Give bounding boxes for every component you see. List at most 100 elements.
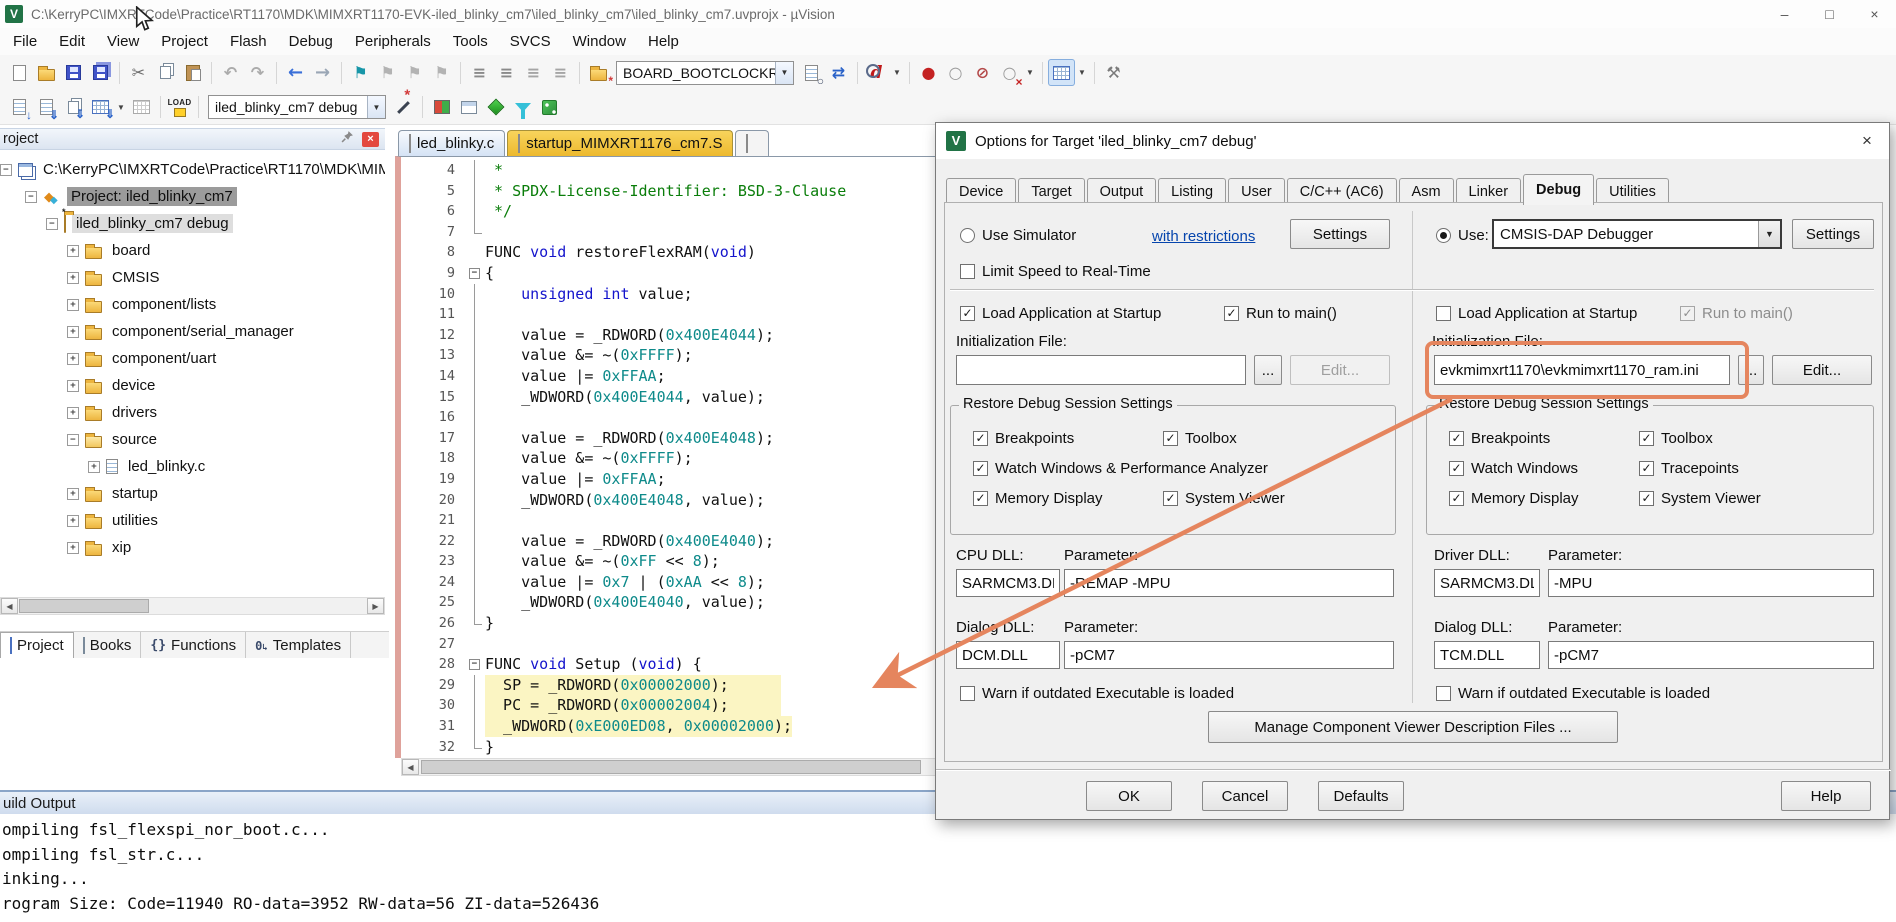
checkbox-icon[interactable] (1639, 431, 1654, 446)
checkbox-icon[interactable] (1449, 461, 1464, 476)
bookmark-icon[interactable]: ⚑ (347, 59, 374, 86)
expand-minus-icon[interactable]: − (0, 163, 12, 176)
build-icon[interactable]: ⇓ (33, 94, 60, 122)
expand-minus-icon[interactable]: − (46, 217, 58, 230)
cancel-button[interactable]: Cancel (1202, 781, 1288, 811)
manage-components-icon[interactable] (428, 94, 455, 121)
menu-peripherals[interactable]: Peripherals (344, 33, 442, 50)
checkbox-icon[interactable] (1449, 491, 1464, 506)
scroll-right-icon[interactable]: ▶ (367, 598, 384, 614)
breakpoint-kill-icon[interactable]: ○ × (996, 59, 1023, 89)
with-restrictions-link[interactable]: with restrictions (1152, 228, 1255, 245)
dialog-tab-debug[interactable]: Debug (1523, 174, 1595, 205)
close-button[interactable]: × (1852, 0, 1896, 28)
menu-edit[interactable]: Edit (48, 33, 96, 50)
debugger-select[interactable]: CMSIS-DAP Debugger ▼ (1492, 219, 1782, 249)
dialog-param-input[interactable] (1064, 641, 1394, 669)
configure-flash-tools-icon[interactable]: * (585, 59, 613, 88)
expand-plus-icon[interactable]: + (67, 352, 79, 365)
left-browse-button[interactable]: ... (1254, 355, 1282, 385)
menu-file[interactable]: File (2, 33, 48, 50)
nav-back-icon[interactable]: ← (282, 59, 309, 86)
expand-plus-icon[interactable]: + (67, 541, 79, 554)
comment-selection-icon[interactable]: ≡ (520, 59, 547, 86)
tree-item-board[interactable]: + board (0, 237, 385, 264)
pack-installer-icon[interactable] (482, 94, 509, 121)
radio-icon[interactable] (960, 228, 975, 243)
outdent-icon[interactable]: ≡ (493, 59, 520, 86)
load-flash-icon[interactable]: LOAD (166, 94, 193, 121)
cut-icon[interactable]: ✂ (125, 59, 152, 86)
chevron-down-icon[interactable]: ▼ (1075, 59, 1089, 86)
expand-plus-icon[interactable]: + (67, 406, 79, 419)
dialog-tab-c-c-ac6-[interactable]: C/C++ (AC6) (1286, 178, 1397, 205)
pin-icon[interactable] (341, 130, 354, 148)
expand-plus-icon[interactable]: + (67, 244, 79, 257)
configure-uvision-icon[interactable]: ⚒ (1100, 59, 1127, 86)
clock_config-select[interactable]: BOARD_BOOTCLOCKRUN▼ (616, 60, 794, 85)
checkbox-icon[interactable] (960, 686, 975, 701)
tree-item-component-uart[interactable]: + component/uart (0, 345, 385, 372)
limit-speed-checkbox[interactable]: Limit Speed to Real-Time (960, 263, 1151, 280)
chevron-down-icon[interactable]: ▼ (114, 94, 128, 121)
target-options-wand-icon[interactable] (390, 94, 417, 121)
left-init-file-input[interactable] (956, 355, 1246, 385)
tree-item-cmsis[interactable]: + CMSIS (0, 264, 385, 291)
batch-build-icon[interactable]: ⇓ (87, 94, 115, 121)
copy-icon[interactable] (152, 59, 179, 86)
tree-item-led-blinky-c[interactable]: + led_blinky.c (0, 453, 385, 480)
tree-item-source[interactable]: − source (0, 426, 385, 453)
checkbox-icon[interactable] (960, 306, 975, 321)
manage-cvd-files-button[interactable]: Manage Component Viewer Description File… (1208, 711, 1618, 743)
tab-project[interactable]: Project (0, 632, 74, 658)
chevron-down-icon[interactable]: ▼ (367, 96, 385, 118)
checkbox-icon[interactable] (1449, 431, 1464, 446)
debugger-settings-button[interactable]: Settings (1792, 219, 1874, 249)
project-tree-hscrollbar[interactable]: ◀ ▶ (0, 597, 385, 615)
breakpoint-icon[interactable]: ● (915, 59, 942, 86)
right-warn-checkbox[interactable]: Warn if outdated Executable is loaded (1436, 685, 1710, 702)
defaults-button[interactable]: Defaults (1318, 781, 1404, 811)
restore-toolbox-checkbox[interactable]: Toolbox (1163, 430, 1237, 447)
restore-watch-windows-checkbox[interactable]: Watch Windows (1449, 460, 1578, 477)
restore-breakpoints-checkbox[interactable]: Breakpoints (973, 430, 1074, 447)
dialog-tab-target[interactable]: Target (1018, 178, 1085, 205)
editor-tab-startup-mimxrt1176-cm7-s[interactable]: startup_MIMXRT1176_cm7.S (507, 130, 734, 156)
expand-plus-icon[interactable]: + (67, 298, 79, 311)
expand-plus-icon[interactable]: + (67, 325, 79, 338)
new-file-icon[interactable] (6, 59, 33, 86)
dialog-param-input[interactable] (1548, 641, 1874, 669)
chevron-down-icon[interactable]: ▼ (1023, 59, 1037, 86)
minimize-button[interactable]: – (1762, 0, 1807, 28)
restore-watch-windows-performance-analyzer-checkbox[interactable]: Watch Windows & Performance Analyzer (973, 460, 1268, 477)
tree-item-xip[interactable]: + xip (0, 534, 385, 561)
debug-session-icon[interactable]: d (863, 59, 890, 86)
checkbox-icon[interactable] (1224, 306, 1239, 321)
checkbox-icon[interactable] (1639, 491, 1654, 506)
menu-flash[interactable]: Flash (219, 33, 278, 50)
bookmark-next-icon[interactable]: ⚑ (401, 59, 428, 86)
expand-plus-icon[interactable]: + (67, 487, 79, 500)
menu-debug[interactable]: Debug (278, 33, 344, 50)
fold-collapse-icon[interactable]: − (469, 267, 480, 279)
manage-environment-icon[interactable]: ⇄ (825, 59, 852, 86)
tab-books[interactable]: Books (74, 632, 142, 658)
fold-collapse-icon[interactable]: − (469, 659, 480, 671)
simulator-settings-button[interactable]: Settings (1290, 219, 1390, 249)
scroll-left-icon[interactable]: ◀ (1, 598, 18, 614)
find-in-files-icon[interactable]: ○ (798, 59, 825, 88)
bookmark-clear-icon[interactable]: ⚑ (428, 59, 455, 86)
debug-views-icon[interactable] (536, 94, 563, 121)
cpu-dll-input[interactable] (956, 569, 1060, 597)
restore-system-viewer-checkbox[interactable]: System Viewer (1163, 490, 1285, 507)
dialog-tab-utilities[interactable]: Utilities (1596, 178, 1669, 205)
restore-breakpoints-checkbox[interactable]: Breakpoints (1449, 430, 1550, 447)
checkbox-icon[interactable] (1436, 686, 1451, 701)
dialog-tab-user[interactable]: User (1228, 178, 1285, 205)
driver-param-input[interactable] (1548, 569, 1874, 597)
left-load-app-checkbox[interactable]: Load Application at Startup (960, 305, 1161, 322)
dialog-tab-listing[interactable]: Listing (1158, 178, 1227, 205)
checkbox-icon[interactable] (1639, 461, 1654, 476)
expand-minus-icon[interactable]: − (25, 190, 37, 203)
help-button[interactable]: Help (1781, 781, 1871, 811)
